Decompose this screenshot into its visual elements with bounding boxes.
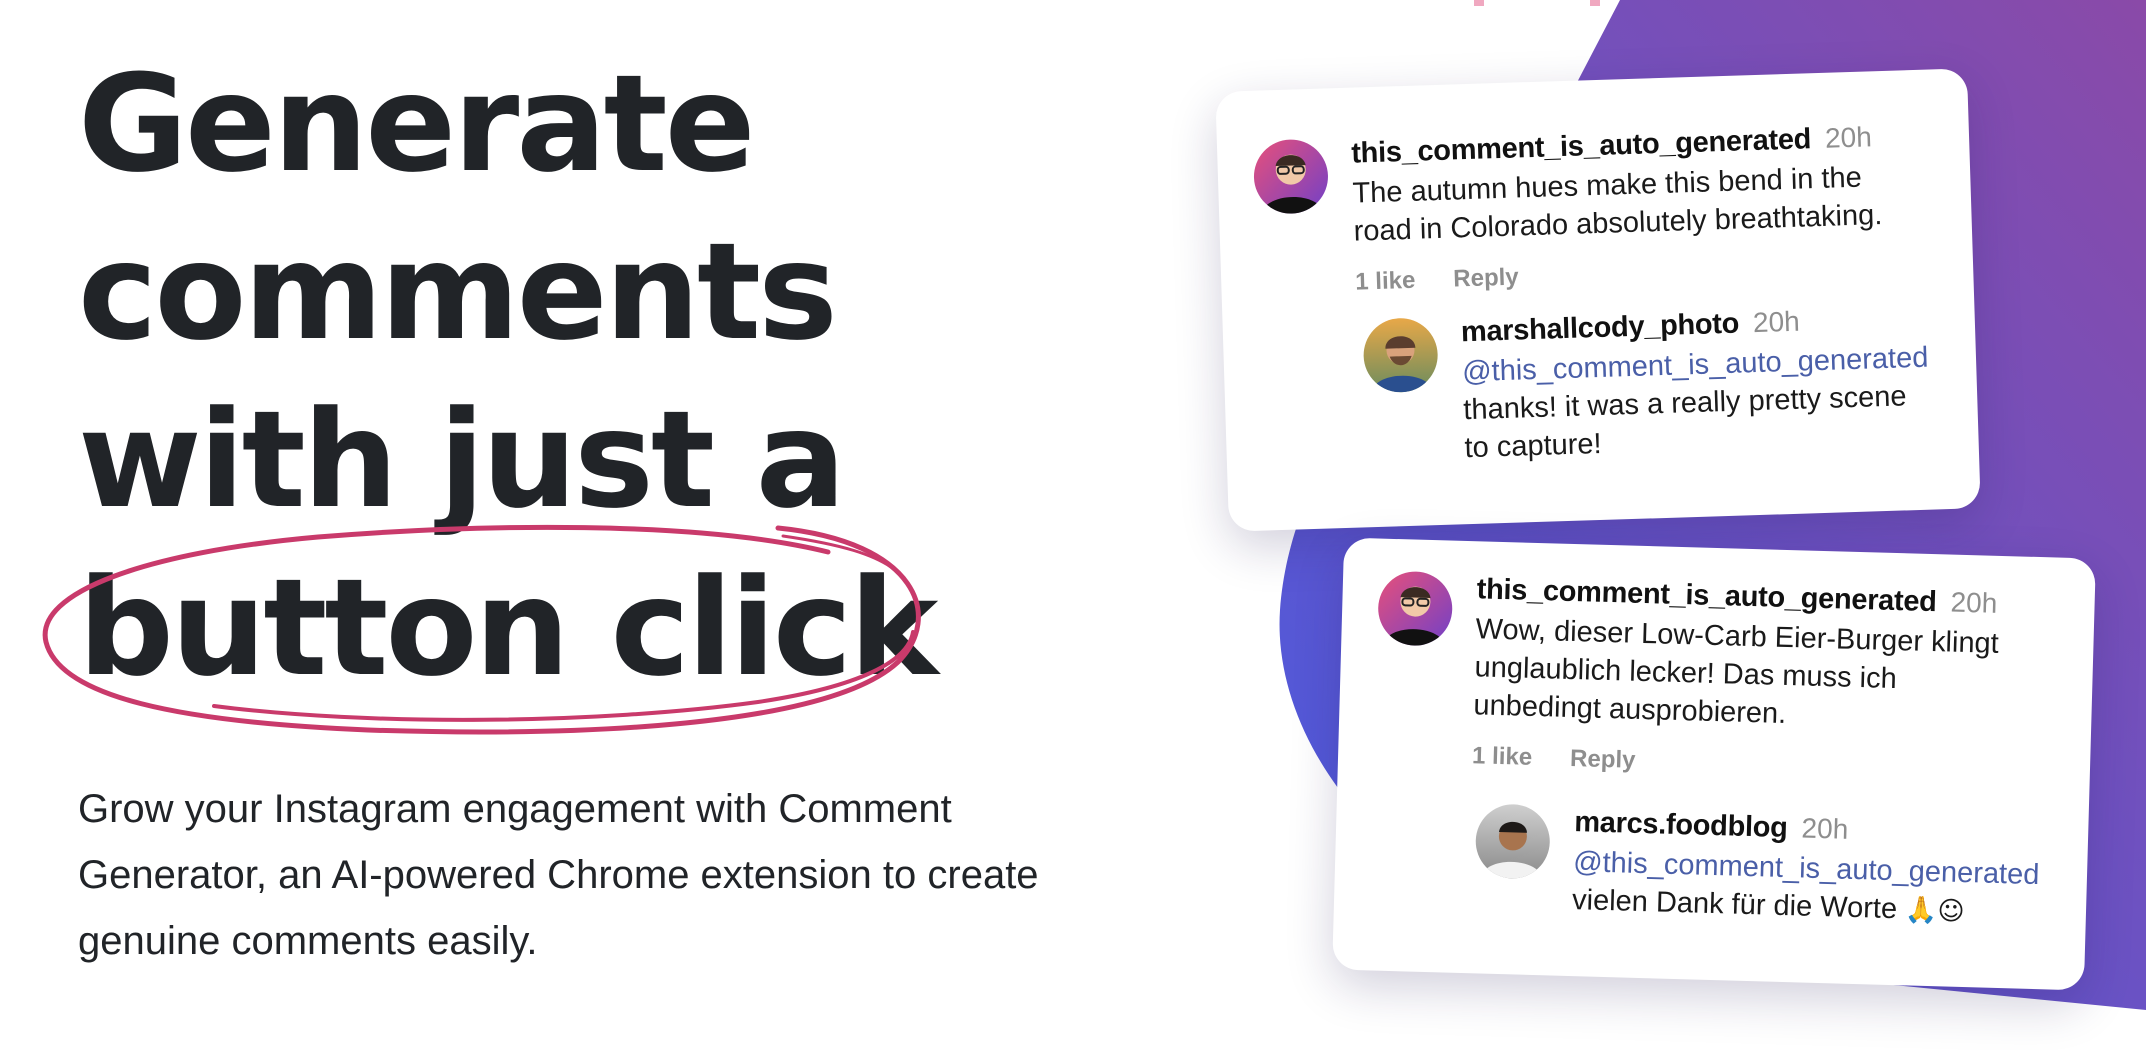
hero-title: Generate comments with just a button cli…: [78, 40, 938, 712]
hero-title-line: button click: [78, 550, 938, 706]
avatar[interactable]: [1252, 138, 1330, 215]
person-icon: [1370, 336, 1433, 394]
comment: this_comment_is_auto_generated 20h Wow, …: [1374, 570, 2001, 785]
decor-dash: [1590, 0, 1600, 6]
decor-dash: [1474, 0, 1484, 6]
hero-subtitle-line: Generator, an AI-powered Chrome extensio…: [78, 853, 1039, 897]
reply-button[interactable]: Reply: [1453, 263, 1519, 293]
person-icon: [1383, 586, 1446, 647]
hero-subtitle-line: genuine comments easily.: [78, 919, 538, 963]
username[interactable]: marshallcody_photo: [1460, 308, 1739, 350]
reply-comment: marshallcody_photo 20h @this_comment_is_…: [1362, 302, 1931, 471]
comment-text-line: to capture!: [1464, 427, 1603, 465]
person-icon: [1261, 154, 1324, 215]
timestamp: 20h: [1801, 812, 1849, 845]
comment-text: The autumn hues make this bend in the ro…: [1352, 158, 1883, 251]
username[interactable]: marcs.foodblog: [1574, 806, 1788, 845]
comment-text-line: vielen Dank für die Worte: [1571, 884, 1906, 926]
timestamp: 20h: [1950, 586, 1998, 619]
comment-card: this_comment_is_auto_generated 20h The a…: [1215, 68, 1981, 532]
comment: this_comment_is_auto_generated 20h The a…: [1252, 121, 1884, 300]
avatar[interactable]: [1377, 570, 1454, 647]
comment-text: Wow, dieser Low-Carb Eier-Burger klingt …: [1473, 610, 1999, 739]
comment-text-line: unglaublich lecker! Das muss ich: [1474, 651, 1898, 696]
reply-button[interactable]: Reply: [1570, 745, 1636, 775]
emoji-icons: 🙏☺: [1904, 895, 1965, 928]
person-icon: [1480, 821, 1543, 880]
comment-card: this_comment_is_auto_generated 20h Wow, …: [1332, 537, 2096, 991]
avatar[interactable]: [1474, 803, 1551, 880]
comment-text: thanks! it was a really pretty scene to …: [1463, 377, 1932, 468]
hero-subtitle: Grow your Instagram engagement with Comm…: [78, 776, 1138, 974]
comment-text-line: unbedingt ausprobieren.: [1473, 689, 1787, 730]
like-count[interactable]: 1 like: [1472, 742, 1533, 772]
hero-title-line: with just a: [78, 382, 846, 538]
timestamp: 20h: [1824, 121, 1873, 154]
hero-subtitle-line: Grow your Instagram engagement with Comm…: [78, 787, 952, 831]
hero-title-line: Generate: [78, 46, 756, 202]
reply-comment: marcs.foodblog 20h @this_comment_is_auto…: [1474, 803, 2041, 933]
hero-title-line: comments: [78, 214, 838, 370]
like-count[interactable]: 1 like: [1355, 267, 1416, 297]
avatar[interactable]: [1362, 317, 1439, 394]
timestamp: 20h: [1752, 305, 1801, 339]
